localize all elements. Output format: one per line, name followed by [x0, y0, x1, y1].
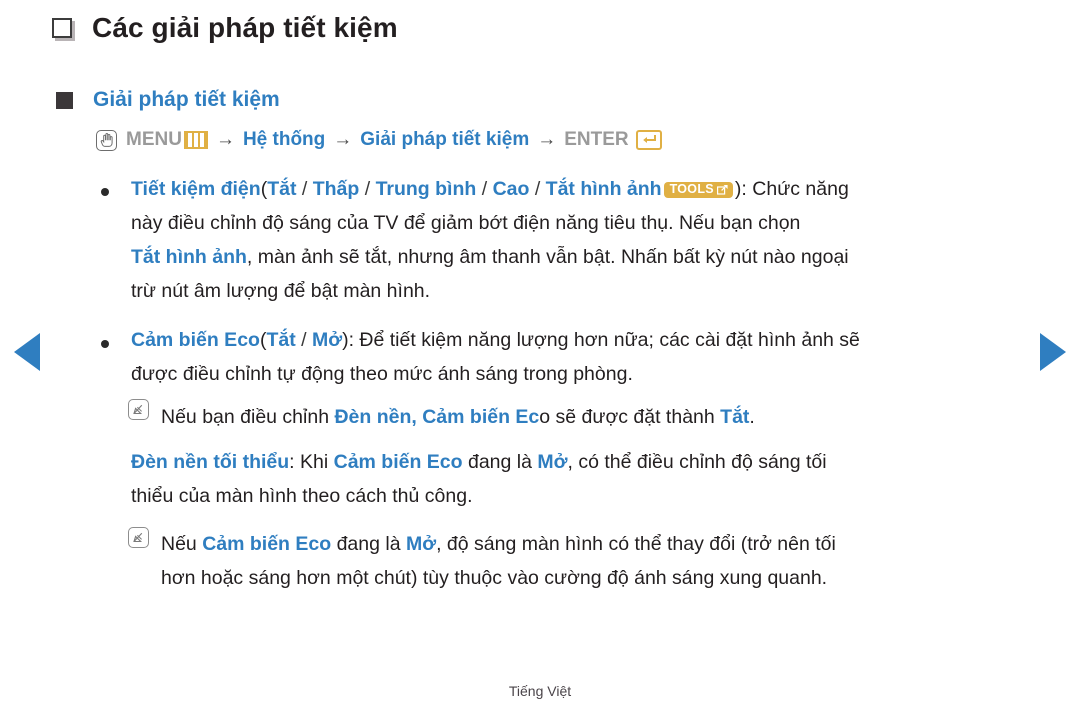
bullet-1-term: Tiết kiệm điện: [131, 178, 261, 200]
note-2-rest-line1: , độ sáng màn hình có thể thay đổi (trở …: [436, 533, 836, 555]
subsection-bold-2: Mở: [537, 451, 568, 473]
subsection-term: Đèn nền tối thiểu: [131, 451, 290, 473]
bullet-1-body-line1: Chức năng: [752, 178, 849, 200]
subsection-bold-1: Cảm biến Eco: [333, 451, 463, 473]
bullet-1-line4: trừ nút âm lượng để bật màn hình.: [131, 280, 431, 302]
note-1-suffix: .: [749, 406, 755, 428]
bullet-2-term: Cảm biến Eco: [131, 329, 260, 351]
note-2-bold-2: Mở: [405, 533, 437, 555]
path-arrow-2: →: [333, 129, 353, 150]
bullet-1-option-4: Tắt hình ảnh: [545, 178, 662, 200]
bullet-1-option-3: Cao: [492, 178, 530, 200]
bullet-dot-1: [101, 188, 109, 196]
subsection-colon: : Khi: [289, 451, 334, 473]
note-2-line2: hơn hoặc sáng hơn một chút) tùy thuộc và…: [161, 567, 828, 589]
note-1-bold-1: Đèn nền, Cảm biến Ec: [334, 406, 540, 428]
bullet-1-line3: Tắt hình ảnh, màn ảnh sẽ tắt, nhưng âm t…: [131, 240, 1031, 274]
note-1: Nếu bạn điều chỉnh Đèn nền, Cảm biến Eco…: [161, 400, 1041, 434]
bullet-2-close-paren: ):: [342, 329, 354, 351]
previous-page-arrow[interactable]: [14, 333, 40, 371]
tools-badge-icon: [716, 184, 728, 195]
note-2-prefix: Nếu: [161, 533, 203, 555]
bullet-2-body-line1: Để tiết kiệm năng lượng hơn nữa; các cài…: [359, 329, 860, 351]
manual-page: Các giải pháp tiết kiệm Giải pháp tiết k…: [0, 0, 1080, 705]
note-1-bold-2: Tắt: [720, 406, 750, 428]
note-2-bold-1: Cảm biến Eco: [202, 533, 332, 555]
note-pencil-icon: [128, 527, 149, 548]
path-step-eco: Giải pháp tiết kiệm: [360, 129, 530, 150]
bullet-1-close-paren: ):: [734, 178, 747, 200]
menu-bars-icon: [183, 131, 208, 149]
bullet-1-line3-rest: , màn ảnh sẽ tắt, nhưng âm thanh vẫn bật…: [246, 246, 849, 268]
filled-square-bullet-icon: [56, 91, 73, 109]
subsection-line2: thiểu của màn hình theo cách thủ công.: [131, 485, 473, 507]
bullet-paragraph-1: Tiết kiệm điện(Tắt / Thấp / Trung bình /…: [131, 172, 1031, 206]
note-1-mid: o sẽ được đặt thành: [539, 406, 721, 428]
section-heading-text: Giải pháp tiết kiệm: [93, 88, 280, 111]
path-step-system: Hệ thống: [242, 129, 326, 150]
bullet-1-sep-3: /: [481, 178, 488, 200]
path-arrow-3: →: [537, 129, 557, 150]
enter-label: ENTER: [564, 129, 629, 150]
page-title: Các giải pháp tiết kiệm: [52, 12, 398, 44]
hand-pointer-icon: [96, 129, 117, 151]
section-heading: Giải pháp tiết kiệm: [56, 88, 280, 112]
note-2-mid: đang là: [331, 533, 406, 555]
bullet-2-sep-1: /: [301, 329, 307, 351]
subsection-rest-line1: , có thể điều chỉnh độ sáng tối: [567, 451, 827, 473]
menu-path: MENU → Hệ thống → Giải pháp tiết kiệm → …: [96, 129, 662, 151]
bullet-2-option-0: Tắt: [266, 329, 296, 351]
page-title-text: Các giải pháp tiết kiệm: [92, 12, 398, 43]
bullet-paragraph-2: Cảm biến Eco(Tắt / Mở): Để tiết kiệm năn…: [131, 323, 1031, 357]
bullet-dot-2: [101, 340, 109, 348]
menu-label: MENU: [126, 129, 182, 150]
note-1-prefix: Nếu bạn điều chỉnh: [161, 406, 335, 428]
bullet-1-option-0: Tắt: [267, 178, 297, 200]
bullet-2-option-1: Mở: [311, 329, 343, 351]
bullet-2-line2: được điều chỉnh tự động theo mức ánh sán…: [131, 363, 633, 385]
bullet-1-option-1: Thấp: [312, 178, 360, 200]
bullet-1-sep-1: /: [301, 178, 308, 200]
square-bullet-icon: [52, 18, 72, 38]
enter-return-icon: [635, 130, 662, 150]
tools-badge-label: TOOLS: [669, 182, 714, 196]
bullet-1-line2: này điều chỉnh độ sáng của TV để giảm bớ…: [131, 212, 801, 234]
next-page-arrow[interactable]: [1040, 333, 1066, 371]
tools-badge[interactable]: TOOLS: [663, 182, 733, 198]
bullet-1-line3-bold: Tắt hình ảnh: [131, 246, 247, 268]
bullet-1-option-2: Trung bình: [375, 178, 477, 200]
path-arrow-1: →: [215, 129, 235, 150]
bullet-1-sep-4: /: [534, 178, 541, 200]
note-pencil-icon: [128, 399, 149, 420]
subsection-paragraph: Đèn nền tối thiểu: Khi Cảm biến Eco đang…: [131, 445, 1031, 479]
note-2: Nếu Cảm biến Eco đang là Mở, độ sáng màn…: [161, 527, 1041, 561]
bullet-1-sep-2: /: [364, 178, 371, 200]
subsection-mid-1: đang là: [462, 451, 538, 473]
footer-language: Tiếng Việt: [508, 683, 572, 699]
